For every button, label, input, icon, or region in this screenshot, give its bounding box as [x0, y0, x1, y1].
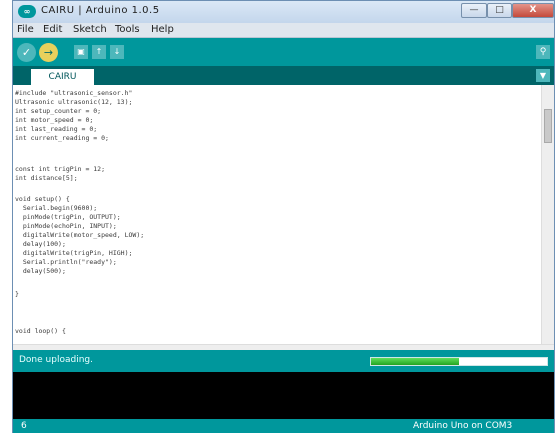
toolbar: ✓ → ▣ ↑ ↓ ⚲ [13, 38, 554, 66]
arrow-right-icon: → [43, 46, 54, 59]
arduino-ide-window: ∞ CAIRU | Arduino 1.0.5 — □ X File Edit … [12, 0, 555, 433]
editor-vertical-scrollbar[interactable] [541, 85, 554, 344]
code-line: const int trigPin = 12; [15, 165, 106, 173]
new-file-icon: ▣ [77, 47, 85, 56]
tab-menu-button[interactable]: ▼ [536, 69, 550, 82]
upload-progress-bar [370, 357, 548, 366]
line-number: 6 [21, 421, 27, 431]
status-message: Done uploading. [19, 355, 93, 365]
menu-tools[interactable]: Tools [115, 24, 140, 35]
code-line: void loop() { [15, 327, 66, 335]
code-line: int setup_counter = 0; [15, 107, 102, 115]
upload-button[interactable]: → [39, 43, 58, 62]
code-line: pinMode(trigPin, OUTPUT); [15, 213, 121, 221]
code-line: digitalWrite(motor_speed, LOW); [15, 231, 145, 239]
maximize-button[interactable]: □ [487, 3, 512, 18]
progress-fill [371, 358, 459, 365]
code-line: delay(500); [15, 267, 66, 275]
menu-edit[interactable]: Edit [43, 24, 62, 35]
magnifier-icon: ⚲ [539, 47, 547, 57]
status-bar: Done uploading. [13, 350, 554, 372]
code-line: int last_reading = 0; [15, 125, 98, 133]
new-sketch-button[interactable]: ▣ [74, 45, 88, 59]
serial-monitor-button[interactable]: ⚲ [536, 45, 550, 59]
console-output[interactable] [13, 372, 554, 419]
arrow-up-icon: ↑ [95, 47, 103, 56]
title-bar: ∞ CAIRU | Arduino 1.0.5 — □ X [13, 1, 554, 23]
code-line: int current_reading = 0; [15, 134, 109, 142]
code-line: } [15, 290, 19, 298]
code-line: pinMode(echoPin, INPUT); [15, 222, 117, 230]
minimize-button[interactable]: — [461, 3, 487, 18]
code-line: int motor_speed = 0; [15, 116, 94, 124]
code-line: int distance[5]; [15, 174, 78, 182]
chevron-down-icon: ▼ [539, 71, 547, 80]
tab-cairu[interactable]: CAIRU [31, 69, 94, 85]
open-sketch-button[interactable]: ↑ [92, 45, 106, 59]
arduino-logo-icon: ∞ [18, 5, 36, 18]
verify-button[interactable]: ✓ [17, 43, 36, 62]
menu-bar: File Edit Sketch Tools Help [13, 23, 554, 38]
menu-file[interactable]: File [17, 24, 34, 35]
close-button[interactable]: X [512, 3, 554, 18]
code-line: Serial.begin(9600); [15, 204, 98, 212]
code-line: Ultrasonic ultrasonic(12, 13); [15, 98, 133, 106]
menu-help[interactable]: Help [151, 24, 174, 35]
arrow-down-icon: ↓ [113, 47, 121, 56]
tab-bar: CAIRU ▼ [13, 66, 554, 85]
board-port-info: Arduino Uno on COM3 [413, 421, 513, 431]
code-line: digitalWrite(trigPin, HIGH); [15, 249, 133, 257]
window-title: CAIRU | Arduino 1.0.5 [41, 5, 160, 16]
scroll-thumb[interactable] [544, 109, 552, 143]
menu-sketch[interactable]: Sketch [73, 24, 107, 35]
code-editor[interactable]: #include "ultrasonic_sensor.h" Ultrasoni… [13, 85, 554, 344]
save-sketch-button[interactable]: ↓ [110, 45, 124, 59]
footer-bar: 6 Arduino Uno on COM3 [13, 419, 554, 433]
code-line: Serial.println("ready"); [15, 258, 117, 266]
code-line: #include "ultrasonic_sensor.h" [15, 89, 133, 97]
code-line: void setup() { [15, 195, 70, 203]
code-line: delay(100); [15, 240, 66, 248]
checkmark-icon: ✓ [21, 46, 32, 59]
